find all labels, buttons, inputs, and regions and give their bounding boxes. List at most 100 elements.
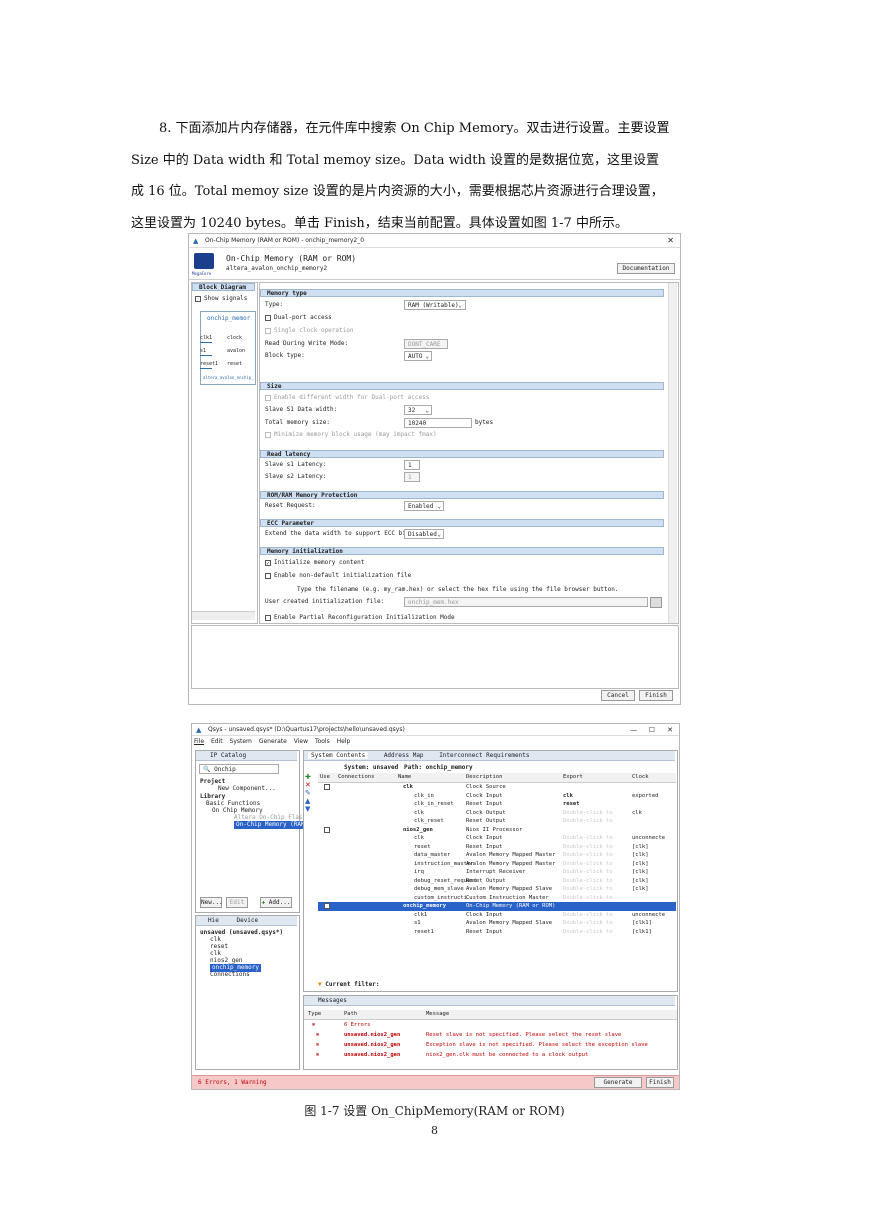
- parameter-scrollbar[interactable]: [668, 283, 677, 623]
- table-row[interactable]: s1 Avalon Memory Mapped Slave Double-click…: [318, 919, 676, 928]
- tree-item-selected[interactable]: On-Chip Memory (RAM: [234, 821, 307, 829]
- tab-system-contents[interactable]: System Contents: [308, 752, 369, 759]
- dual-port-checkbox[interactable]: Dual-port access: [265, 314, 332, 322]
- table-row[interactable]: debug_mem_slave Avalon Memory Mapped Slav…: [318, 885, 676, 894]
- table-row[interactable]: reset Reset Input Double-click to [clk]: [318, 843, 676, 852]
- type-select[interactable]: RAM (Writable) ⌄: [404, 300, 466, 310]
- minimize-icon[interactable]: —: [630, 724, 637, 736]
- row-clock: [clk]: [632, 886, 649, 892]
- message-row[interactable]: ⊗ unsaved.nios2_gen nios2_gen.clk must b…: [304, 1051, 677, 1060]
- messages-tab[interactable]: Messages: [304, 996, 675, 1006]
- cancel-button[interactable]: Cancel: [601, 690, 635, 701]
- partial-reconfig-checkbox[interactable]: Enable Partial Reconfiguration Initializ…: [265, 614, 455, 622]
- non-default-init-checkbox[interactable]: Enable non-default initialization file: [265, 572, 411, 580]
- table-row[interactable]: clk_reset Reset Output Double-click to: [318, 817, 676, 826]
- table-row[interactable]: data_master Avalon Memory Mapped Master Do…: [318, 851, 676, 860]
- diff-width-checkbox[interactable]: Enable different width for Dual-port acc…: [265, 394, 429, 402]
- add-button[interactable]: ✚ Add...: [260, 897, 292, 908]
- use-checkbox[interactable]: [324, 826, 330, 833]
- row-clock: unconnecte: [632, 835, 666, 841]
- menu-edit[interactable]: Edit: [211, 738, 223, 745]
- data-width-label: Slave S1 Data width:: [265, 406, 338, 413]
- table-row[interactable]: irq Interrupt Receiver Double-click to [clk…: [318, 868, 676, 877]
- reset-request-select[interactable]: Enabled ⌄: [404, 501, 444, 511]
- generate-hdl-button[interactable]: Generate HDL...: [594, 1077, 642, 1088]
- menu-bar: File Edit System Generate View Tools Hel…: [194, 737, 350, 746]
- menu-file[interactable]: File: [194, 738, 204, 745]
- message-row[interactable]: ⊗ unsaved.nios2_gen Exception slave is n…: [304, 1041, 677, 1050]
- section-size[interactable]: Size: [260, 382, 664, 390]
- block-diagram-scrollbar[interactable]: [192, 611, 255, 620]
- row-name: clk: [414, 835, 424, 841]
- table-row[interactable]: debug_reset_request Reset Output Double-cl…: [318, 877, 676, 886]
- s2-latency-select[interactable]: 1: [404, 472, 420, 482]
- hierarchy-item[interactable]: Connections: [210, 971, 250, 979]
- table-row[interactable]: clk Clock Output Double-click to clk: [318, 809, 676, 818]
- ecc-label: Extend the data width to support ECC bit…: [265, 530, 417, 537]
- table-row[interactable]: clk_in Clock Input clk exported: [318, 792, 676, 801]
- block-type-select[interactable]: AUTO ⌄: [404, 351, 432, 361]
- table-row[interactable]: nios2_gen Nios II Processor: [318, 826, 676, 835]
- new-button[interactable]: New...: [200, 897, 223, 908]
- menu-help[interactable]: Help: [337, 738, 351, 745]
- table-row[interactable]: clk1 Clock Input Double-click to unconnecte: [318, 911, 676, 920]
- hierarchy-tab[interactable]: Hie: [208, 917, 219, 924]
- move-up-icon[interactable]: ▲: [305, 797, 317, 805]
- menu-generate[interactable]: Generate: [259, 738, 287, 745]
- read-during-write-select[interactable]: DONT_CARE: [404, 339, 448, 349]
- section-ecc[interactable]: ECC Parameter: [260, 519, 664, 527]
- tree-item[interactable]: New Component...: [218, 785, 276, 793]
- ip-catalog-tab[interactable]: IP Catalog: [196, 751, 297, 761]
- menu-system[interactable]: System: [230, 738, 252, 745]
- ecc-select[interactable]: Disabled ⌄: [404, 529, 444, 539]
- table-row[interactable]: reset1 Reset Input Double-click to [clk1]: [318, 928, 676, 937]
- filter-icon[interactable]: ▼: [318, 981, 322, 988]
- row-name: s1: [414, 920, 421, 926]
- use-checkbox[interactable]: [324, 784, 330, 790]
- device-tab[interactable]: Device: [236, 917, 258, 924]
- documentation-button[interactable]: Documentation: [617, 263, 675, 274]
- table-row[interactable]: instruction_master Avalon Memory Mapped M…: [318, 860, 676, 869]
- table-row[interactable]: clk Clock Source: [318, 783, 676, 792]
- section-read-latency[interactable]: Read latency: [260, 450, 664, 458]
- qsys-finish-button[interactable]: Finish: [646, 1077, 674, 1088]
- edit-icon[interactable]: ✎: [305, 789, 317, 797]
- table-row[interactable]: clk_in_reset Reset Input reset: [318, 800, 676, 809]
- close-icon[interactable]: ✕: [667, 724, 673, 736]
- user-init-input[interactable]: onchip_mem.hex: [404, 597, 648, 607]
- section-protection[interactable]: ROM/RAM Memory Protection: [260, 491, 664, 499]
- row-name: nios2_gen: [403, 826, 433, 833]
- tab-address-map[interactable]: Address Map: [384, 752, 424, 759]
- remove-icon[interactable]: ✕: [305, 781, 317, 789]
- edit-button[interactable]: Edit: [226, 897, 248, 908]
- section-memory-type[interactable]: Memory type: [260, 289, 664, 297]
- close-icon[interactable]: ✕: [667, 234, 674, 248]
- table-row[interactable]: clk Clock Input Double-click to unconnecte: [318, 834, 676, 843]
- menu-view[interactable]: View: [294, 738, 308, 745]
- table-row[interactable]: onchip_memory On-Chip Memory (RAM or ROM): [318, 902, 676, 911]
- menu-tools[interactable]: Tools: [315, 738, 330, 745]
- total-size-input[interactable]: 10240: [404, 418, 472, 428]
- message-row[interactable]: ⊗ 6 Errors: [304, 1021, 677, 1030]
- section-initialization[interactable]: Memory initialization: [260, 547, 664, 555]
- add-icon[interactable]: ✚: [305, 773, 317, 781]
- chevron-down-icon: ⌄: [425, 353, 429, 360]
- finish-button[interactable]: Finish: [639, 690, 673, 701]
- row-description: Reset Output: [466, 818, 506, 824]
- use-checkbox[interactable]: [324, 903, 330, 909]
- init-content-checkbox[interactable]: ✓ Initialize memory content: [265, 559, 364, 567]
- message-row[interactable]: ⊗ unsaved.nios2_gen Reset slave is not s…: [304, 1031, 677, 1040]
- show-signals-checkbox[interactable]: Show signals: [195, 295, 247, 303]
- table-row[interactable]: custom_instructi Custom Instruction Maste…: [318, 894, 676, 903]
- ip-search-input[interactable]: 🔍 Onchip: [199, 764, 279, 774]
- minimize-block-checkbox[interactable]: Minimize memory block usage (may impact …: [265, 431, 437, 439]
- browse-button[interactable]: [650, 597, 662, 608]
- single-clock-checkbox[interactable]: Single clock operation: [265, 327, 353, 335]
- maximize-icon[interactable]: ☐: [649, 724, 655, 736]
- tab-interconnect[interactable]: Interconnect Requirements: [439, 752, 529, 759]
- move-down-icon[interactable]: ▼: [305, 805, 317, 813]
- data-width-select[interactable]: 32 ⌄: [404, 405, 432, 415]
- onchip-memory-dialog-screenshot: On-Chip Memory (RAM or ROM) - onchip_mem…: [188, 233, 681, 705]
- row-description: Reset Input: [466, 928, 503, 935]
- s1-latency-select[interactable]: 1: [404, 460, 420, 470]
